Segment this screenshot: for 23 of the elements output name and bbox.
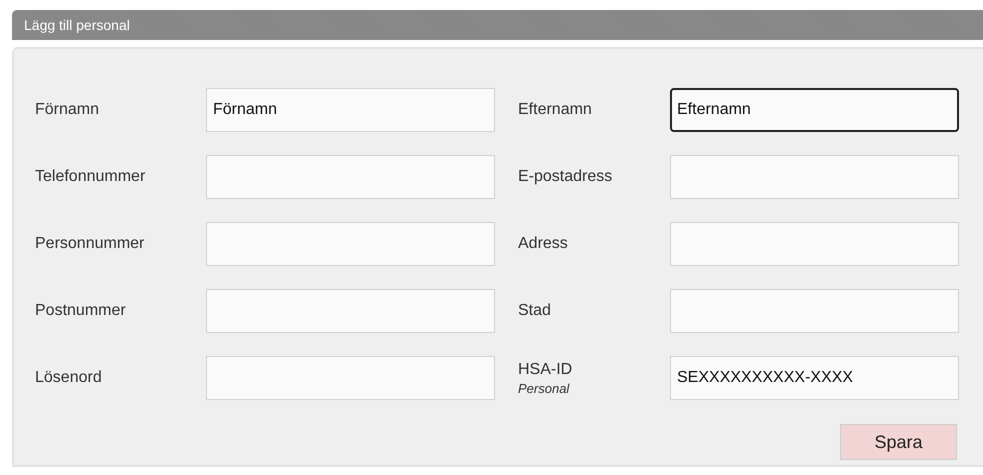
text-field[interactable]	[206, 356, 495, 400]
text-field[interactable]	[670, 155, 959, 199]
text-field[interactable]	[206, 222, 495, 266]
field-label: Telefonnummer	[35, 167, 146, 187]
text-field[interactable]: SEXXXXXXXXXX-XXXX	[670, 356, 959, 400]
field-label: Efternamn	[518, 100, 593, 120]
save-button[interactable]: Spara	[840, 424, 957, 460]
text-field[interactable]	[670, 222, 959, 266]
text-field[interactable]	[670, 289, 959, 333]
field-label: Stad	[518, 301, 552, 321]
field-label: Personnummer	[35, 234, 146, 254]
panel-header: Lägg till personal	[12, 10, 983, 40]
field-label: Förnamn	[35, 100, 100, 120]
field-label: Adress	[518, 234, 569, 254]
field-label: E-postadress	[518, 167, 614, 187]
field-label: HSA-ID	[518, 360, 574, 378]
text-field[interactable]	[206, 155, 495, 199]
field-label: Lösenord	[35, 368, 103, 388]
field-label: Postnummer	[35, 301, 127, 321]
text-field[interactable]: Förnamn	[206, 88, 495, 132]
text-field[interactable]: Efternamn	[670, 88, 959, 132]
text-field[interactable]	[206, 289, 495, 333]
field-sublabel: Personal	[518, 380, 570, 396]
